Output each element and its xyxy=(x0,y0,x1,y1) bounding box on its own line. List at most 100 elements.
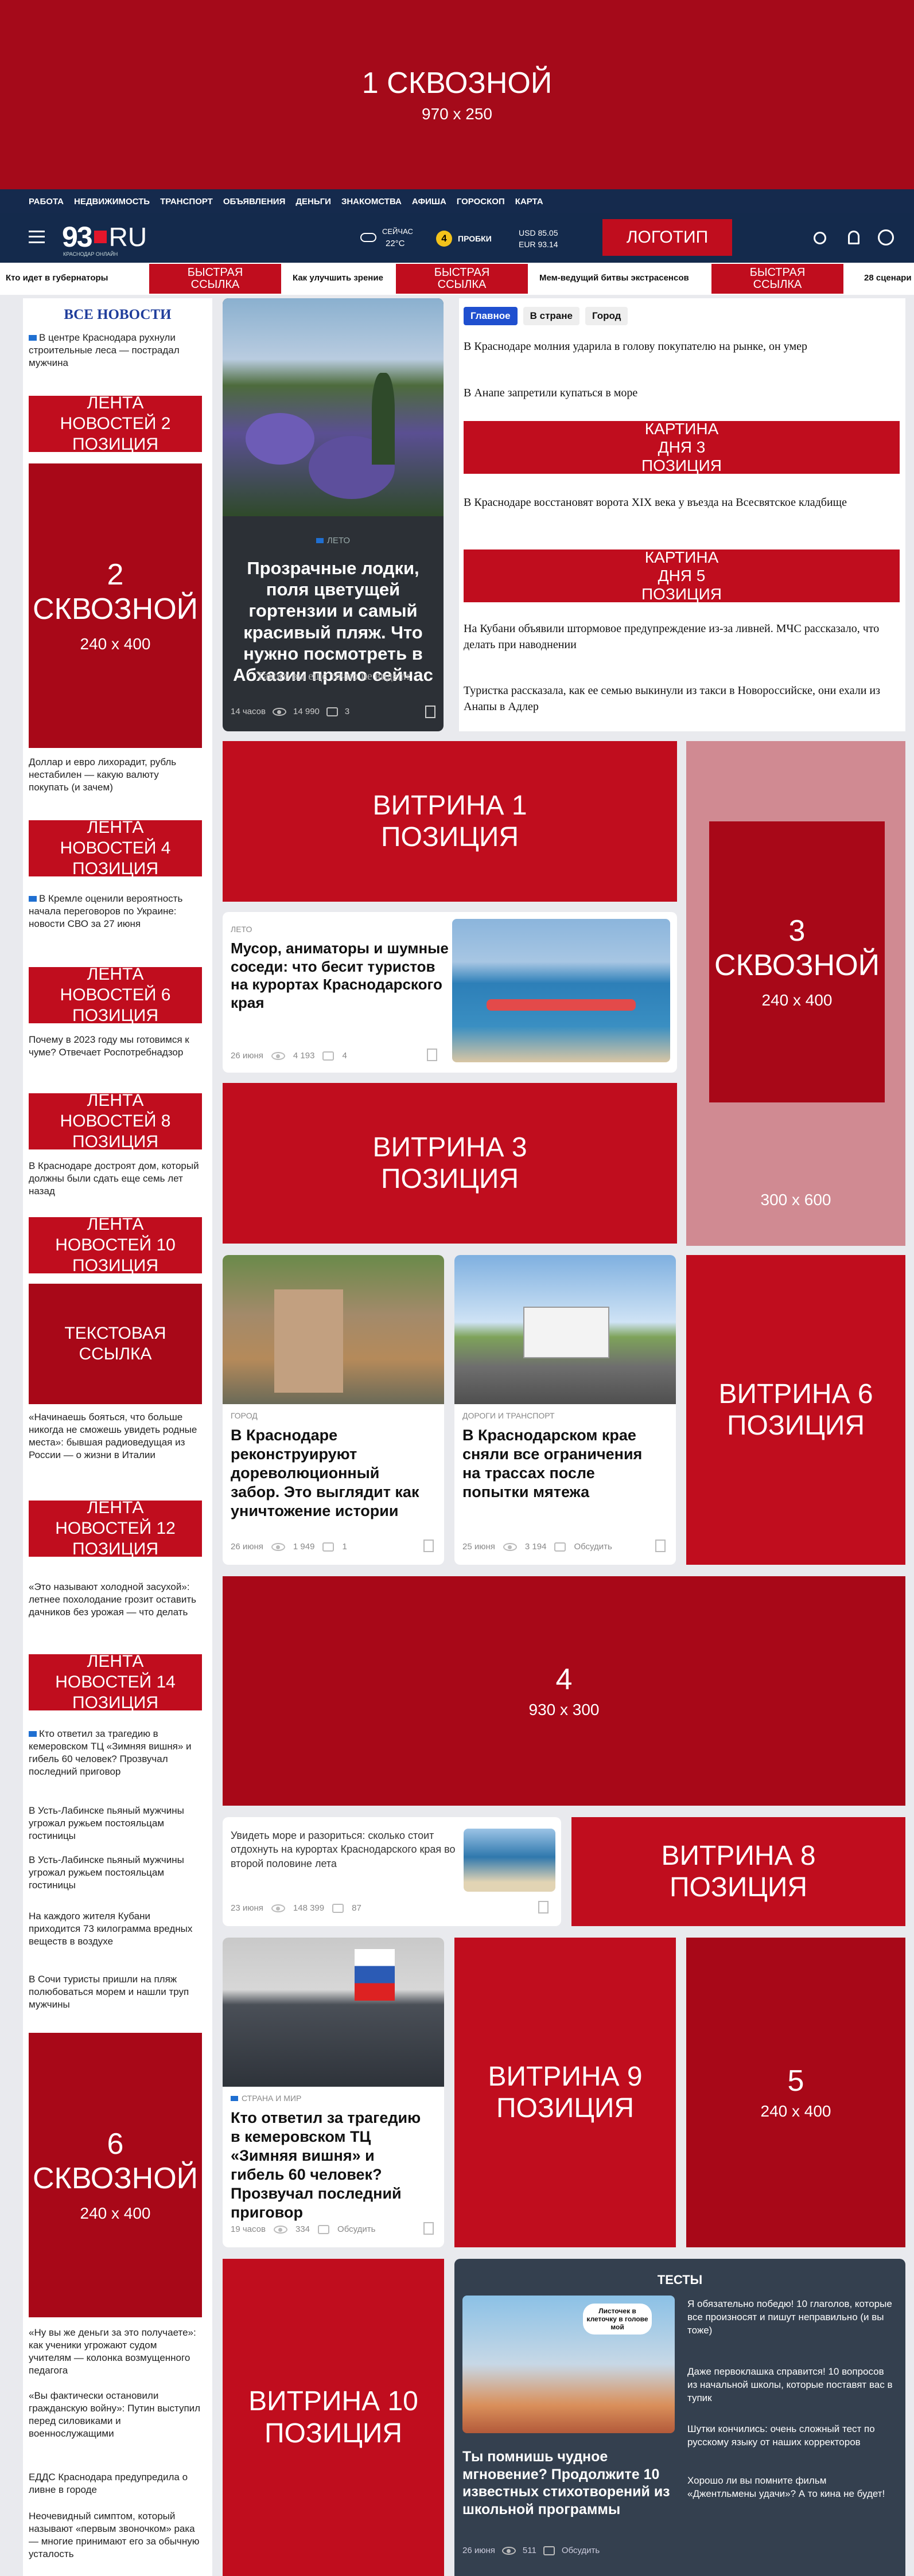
news-card-sea[interactable]: Увидеть море и разориться: сколько стоит… xyxy=(223,1817,561,1926)
bookmark-icon[interactable] xyxy=(538,1901,549,1914)
news-feed-ad-6[interactable]: ЛЕНТА НОВОСТЕЙ 6 ПОЗИЦИЯ xyxy=(29,965,202,1025)
user-icon[interactable] xyxy=(878,229,894,245)
tests-item[interactable]: Я обязательно победю! 10 глаголов, котор… xyxy=(687,2298,894,2337)
showcase-ad-9[interactable]: ВИТРИНА 9 ПОЗИЦИЯ xyxy=(454,1938,676,2247)
quick-link[interactable]: 28 сценари xyxy=(864,273,912,283)
ad-4[interactable]: 4 930 x 300 xyxy=(223,1576,905,1806)
news-card-court[interactable]: СТРАНА И МИР Кто ответил за трагедию в к… xyxy=(223,1938,444,2247)
nav-link-job[interactable]: РАБОТА xyxy=(29,197,64,206)
showcase-ad-10[interactable]: ВИТРИНА 10 ПОЗИЦИЯ xyxy=(223,2259,444,2576)
top-banner-ad[interactable]: 1 СКВОЗНОЙ 970 x 250 xyxy=(0,0,914,189)
picture-of-day-ad-3[interactable]: КАРТИНА ДНЯ 3 ПОЗИЦИЯ xyxy=(464,420,900,474)
quick-link-ad[interactable]: БЫСТРАЯ ССЫЛКА xyxy=(149,264,281,294)
quick-link-ad[interactable]: БЫСТРАЯ ССЫЛКА xyxy=(396,264,528,294)
showcase-ad-8[interactable]: ВИТРИНА 8 ПОЗИЦИЯ xyxy=(571,1817,905,1926)
sidebar-news-item[interactable]: На каждого жителя Кубани приходится 73 к… xyxy=(29,1910,201,1948)
quick-link-ad[interactable]: БЫСТРАЯ ССЫЛКА xyxy=(711,264,843,294)
nav-link-afisha[interactable]: АФИША xyxy=(412,197,446,206)
nav-link-dating[interactable]: ЗНАКОМСТВА xyxy=(341,197,402,206)
tests-item[interactable]: Шутки кончились: очень сложный тест по р… xyxy=(687,2423,894,2449)
nav-link-realty[interactable]: НЕДВИЖИМОСТЬ xyxy=(74,197,150,206)
news-feed-ad-8[interactable]: ЛЕНТА НОВОСТЕЙ 8 ПОЗИЦИЯ xyxy=(29,1091,202,1151)
feature-card[interactable]: ЛЕТО Прозрачные лодки, поля цветущей гор… xyxy=(223,298,444,731)
top-news-item[interactable]: В Анапе запретили купаться в море xyxy=(464,387,900,400)
ad-5[interactable]: 5 240 x 400 xyxy=(686,1938,905,2247)
traffic-badge[interactable]: 4 xyxy=(436,231,452,247)
sidebar-news-item[interactable]: В Кремле оценили вероятность начала пере… xyxy=(29,893,201,930)
tests-item[interactable]: Хорошо ли вы помните фильм «Джентльмены … xyxy=(687,2474,894,2501)
sidebar-news-item[interactable]: Кто ответил за трагедию в кемеровском ТЦ… xyxy=(29,1728,201,1778)
sidebar-news-item[interactable]: «Это называют холодной засухой»: летнее … xyxy=(29,1581,201,1619)
sidebar-news-item[interactable]: В Сочи туристы пришли на пляж полюбовать… xyxy=(29,1973,201,2011)
news-feed-ad-12[interactable]: ЛЕНТА НОВОСТЕЙ 12 ПОЗИЦИЯ xyxy=(29,1498,202,1558)
tests-main-image[interactable]: Листочек в клеточку в голове мой xyxy=(462,2296,675,2433)
top-news-item[interactable]: Туристка рассказала, как ее семью выкину… xyxy=(464,683,900,715)
news-feed-ad-2[interactable]: ЛЕНТА НОВОСТЕЙ 2 ПОЗИЦИЯ xyxy=(29,393,202,454)
news-card-fence[interactable]: ГОРОД В Краснодаре реконструируют дорево… xyxy=(223,1255,444,1565)
sidebar-news-item[interactable]: ЕДДС Краснодара предупредила о ливне в г… xyxy=(29,2471,201,2496)
quick-link[interactable]: Кто идет в губернаторы xyxy=(6,273,108,283)
video-icon xyxy=(29,896,37,902)
sidebar-news-item[interactable]: Доллар и евро лихорадит, рубль нестабиле… xyxy=(29,756,201,794)
news-card-truck[interactable]: ДОРОГИ И ТРАНСПОРТ В Краснодарском крае … xyxy=(454,1255,676,1565)
sidebar-news-item[interactable]: Неочевидный симптом, который называют «п… xyxy=(29,2510,201,2561)
ad-3-inner[interactable]: 3 СКВОЗНОЙ 240 x 400 xyxy=(709,821,885,1102)
news-feed-ad-14[interactable]: ЛЕНТА НОВОСТЕЙ 14 ПОЗИЦИЯ xyxy=(29,1652,202,1712)
tab-city[interactable]: Город xyxy=(585,307,628,325)
card-image-fence xyxy=(223,1255,444,1404)
bookmark-icon[interactable] xyxy=(655,1540,666,1552)
feature-meta: 14 часов 14 990 3 xyxy=(231,707,349,716)
nav-link-ads[interactable]: ОБЪЯВЛЕНИЯ xyxy=(223,197,286,206)
video-icon xyxy=(29,335,37,341)
feature-title: Прозрачные лодки, поля цветущей гортензи… xyxy=(233,558,433,685)
picture-of-day-ad-5[interactable]: КАРТИНА ДНЯ 5 ПОЗИЦИЯ xyxy=(464,548,900,603)
showcase-ad-3[interactable]: ВИТРИНА 3 ПОЗИЦИЯ xyxy=(223,1083,677,1244)
sidebar-news-item[interactable]: Почему в 2023 году мы готовимся к чуме? … xyxy=(29,1034,201,1059)
news-card-beach[interactable]: ЛЕТО Мусор, аниматоры и шумные соседи: ч… xyxy=(223,912,677,1073)
sidebar-news-item[interactable]: «Ну вы же деньги за это получаете»: как … xyxy=(29,2326,201,2377)
views-icon xyxy=(271,1904,285,1912)
showcase-ad-6[interactable]: ВИТРИНА 6 ПОЗИЦИЯ xyxy=(686,1255,905,1565)
showcase-ad-1[interactable]: ВИТРИНА 1 ПОЗИЦИЯ xyxy=(223,741,677,902)
top-news-item[interactable]: На Кубани объявили штормовое предупрежде… xyxy=(464,621,900,653)
card-meta: 23 июня 148 399 87 xyxy=(231,1903,361,1913)
menu-icon[interactable] xyxy=(29,231,45,243)
nav-link-horoscope[interactable]: ГОРОСКОП xyxy=(457,197,505,206)
nav-link-map[interactable]: КАРТА xyxy=(515,197,543,206)
nav-link-money[interactable]: ДЕНЬГИ xyxy=(295,197,331,206)
bookmark-icon[interactable] xyxy=(423,1540,434,1552)
sidebar-news-item[interactable]: «Начинаешь бояться, что больше никогда н… xyxy=(29,1411,201,1462)
tests-main-title[interactable]: Ты помнишь чудное мгновение? Продолжите … xyxy=(462,2448,675,2518)
search-icon[interactable] xyxy=(814,232,826,244)
sidebar-title[interactable]: ВСЕ НОВОСТИ xyxy=(23,307,212,323)
bookmark-icon[interactable] xyxy=(423,2222,434,2235)
sidebar-news-item[interactable]: В центре Краснодара рухнули строительные… xyxy=(29,332,201,369)
news-feed-ad-4[interactable]: ЛЕНТА НОВОСТЕЙ 4 ПОЗИЦИЯ xyxy=(29,818,202,878)
top-banner-size: 970 x 250 xyxy=(422,105,492,123)
logo-subtitle: КРАСНОДАР ОНЛАЙН xyxy=(63,251,118,257)
tab-main[interactable]: Главное xyxy=(464,307,518,325)
feature-tag: ЛЕТО xyxy=(223,536,444,545)
sidebar-ad-6-size: 240 x 400 xyxy=(80,2204,151,2222)
logo-ad-button[interactable]: ЛОГОТИП xyxy=(602,219,732,256)
sidebar-news-item[interactable]: В Краснодаре достроят дом, который должн… xyxy=(29,1160,201,1198)
bookmark-icon[interactable] xyxy=(425,706,435,718)
ad-3-container[interactable]: 3 СКВОЗНОЙ 240 x 400 300 x 600 xyxy=(686,741,905,1246)
tab-country[interactable]: В стране xyxy=(523,307,579,325)
site-logo[interactable]: 93 RU xyxy=(62,220,147,254)
bell-icon[interactable] xyxy=(848,231,859,244)
top-news-item[interactable]: В Краснодаре молния ударила в голову пок… xyxy=(464,340,900,353)
sidebar-news-item[interactable]: «Вы фактически остановили гражданскую во… xyxy=(29,2390,201,2440)
sidebar-ad-6[interactable]: 6 СКВОЗНОЙ 240 x 400 xyxy=(29,2033,202,2317)
quick-link[interactable]: Как улучшить зрение xyxy=(293,273,383,283)
top-news-item[interactable]: В Краснодаре восстановят ворота XIX века… xyxy=(464,494,900,510)
nav-link-transport[interactable]: ТРАНСПОРТ xyxy=(160,197,213,206)
bookmark-icon[interactable] xyxy=(427,1049,437,1061)
sidebar-news-item[interactable]: В Усть-Лабинске пьяный мужчины угрожал р… xyxy=(29,1805,201,1842)
quick-link[interactable]: Мем-ведущий битвы экстрасенсов xyxy=(539,273,689,283)
sidebar-ad-2[interactable]: 2 СКВОЗНОЙ 240 x 400 xyxy=(29,463,202,748)
sidebar-news-item[interactable]: В Усть-Лабинске пьяный мужчины угрожал р… xyxy=(29,1854,201,1892)
text-link-ad[interactable]: ТЕКСТОВАЯ ССЫЛКА xyxy=(29,1284,202,1404)
news-feed-ad-10[interactable]: ЛЕНТА НОВОСТЕЙ 10 ПОЗИЦИЯ xyxy=(29,1215,202,1275)
tests-item[interactable]: Даже первоклашка справится! 10 вопросов … xyxy=(687,2365,894,2405)
